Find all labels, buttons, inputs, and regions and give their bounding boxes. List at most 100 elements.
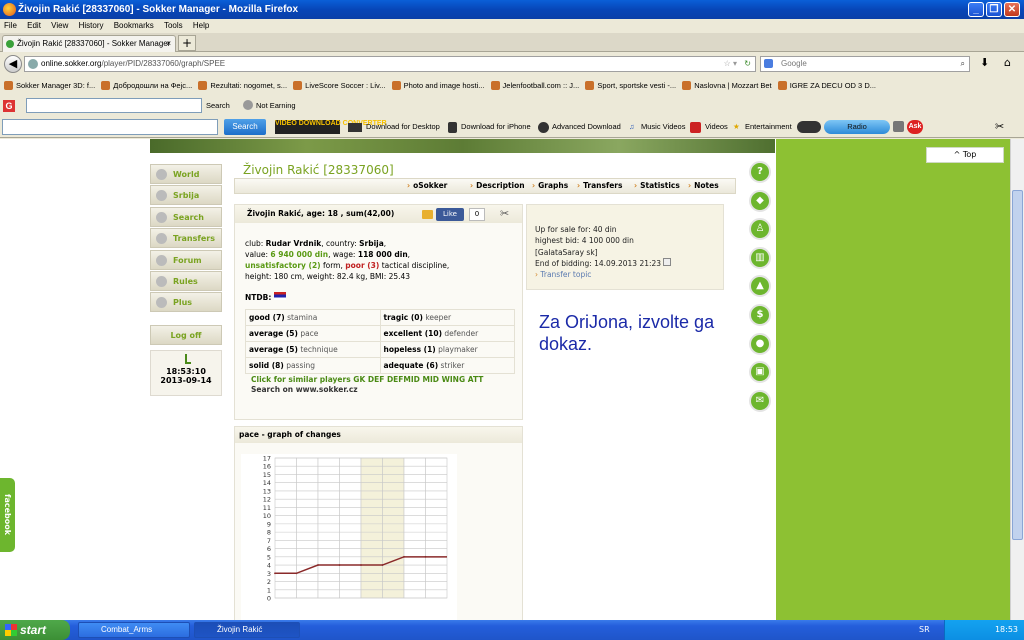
- menu-history[interactable]: History: [79, 21, 104, 30]
- video-search-button[interactable]: Search: [224, 119, 266, 135]
- tab-description[interactable]: Description: [470, 179, 525, 193]
- close-button[interactable]: ✕: [1004, 2, 1020, 17]
- taskbar-item-firefox[interactable]: Živojin Rakić [283370...: [194, 622, 300, 640]
- advanced-download-link[interactable]: Advanced Download: [552, 116, 621, 138]
- bookmark-item[interactable]: Naslovna | Mozzart Bet: [682, 76, 772, 95]
- video-converter-logo[interactable]: VIDEO DOWNLOAD CONVERTER: [275, 120, 387, 134]
- mail-icon[interactable]: ✉: [749, 389, 771, 412]
- menu-view[interactable]: View: [51, 21, 68, 30]
- bookmark-item[interactable]: Добродошли на Фејс...: [101, 76, 192, 95]
- tab-osokker[interactable]: oSokker: [407, 179, 447, 193]
- web-search-input[interactable]: Google ⌕: [760, 56, 970, 72]
- side-navigation: World Srbija Search Transfers Forum Rule…: [150, 164, 222, 314]
- tab-transfers[interactable]: Transfers: [577, 179, 622, 193]
- bookmark-item[interactable]: Rezultati: nogomet, s...: [198, 76, 287, 95]
- menu-tools[interactable]: Tools: [164, 21, 183, 30]
- bookmark-item[interactable]: Sokker Manager 3D: f...: [4, 76, 95, 95]
- transfer-topic-link[interactable]: Transfer topic: [540, 270, 591, 279]
- pace-data-point: [295, 572, 298, 575]
- menu-edit[interactable]: Edit: [27, 21, 41, 30]
- download-icon[interactable]: ⬇: [980, 56, 989, 69]
- video-search-input[interactable]: [2, 119, 218, 135]
- menu-help[interactable]: Help: [193, 21, 209, 30]
- y-tick-label: 9: [267, 520, 271, 528]
- log-off-button[interactable]: Log off: [150, 325, 222, 345]
- tab-statistics[interactable]: Statistics: [634, 179, 680, 193]
- y-tick-label: 13: [263, 487, 271, 495]
- back-button[interactable]: ◀: [4, 55, 22, 73]
- tv-icon[interactable]: ▣: [749, 361, 771, 384]
- ball-icon[interactable]: ●: [749, 332, 771, 355]
- stadium-icon[interactable]: ▥: [749, 246, 771, 269]
- ask-icon[interactable]: Ask: [907, 120, 923, 134]
- toolbar-search-label[interactable]: Search: [206, 95, 230, 116]
- serbia-flag-icon[interactable]: [273, 292, 286, 300]
- bookmark-item[interactable]: IGRE ZA DECU OD 3 D...: [777, 76, 876, 95]
- language-indicator[interactable]: SR: [919, 620, 930, 640]
- g-toolbar-icon[interactable]: G: [3, 100, 15, 112]
- skill-cell: good (7) stamina: [245, 309, 381, 326]
- bookmark-item[interactable]: Sport, sportske vesti -...: [585, 76, 676, 95]
- home-icon[interactable]: ⌂: [1004, 56, 1011, 69]
- radio-controls-icon[interactable]: [797, 121, 821, 133]
- download-desktop-link[interactable]: Download for Desktop: [366, 116, 440, 138]
- nav-world[interactable]: World: [150, 164, 222, 184]
- nav-transfers[interactable]: Transfers: [150, 228, 222, 249]
- bookmark-item[interactable]: Photo and image hosti...: [391, 76, 484, 95]
- skills-table: good (7) stamina tragic (0) keeper avera…: [245, 309, 515, 374]
- minimize-button[interactable]: _: [968, 2, 984, 17]
- radio-dropdown[interactable]: Radio: [824, 120, 890, 134]
- taskbar-item-combat-arms[interactable]: Combat_Arms: [78, 622, 190, 638]
- bookmark-item[interactable]: Jelenfootball.com :: J...: [490, 76, 579, 95]
- bookmark-star-icon[interactable]: ☆ ▾: [724, 57, 737, 71]
- search-sokker-link[interactable]: Search on www.sokker.cz: [251, 385, 358, 394]
- country-link[interactable]: Srbija: [359, 239, 384, 248]
- facebook-tab[interactable]: facebook: [0, 478, 15, 552]
- browser-tab[interactable]: Živojin Rakić [28337060] - Sokker Manage…: [2, 35, 176, 52]
- tools-icon[interactable]: ✂: [995, 116, 1004, 138]
- top-button[interactable]: ^ Top: [926, 147, 1004, 163]
- tools-icon[interactable]: ✂: [500, 207, 509, 220]
- nav-forum[interactable]: Forum: [150, 249, 222, 270]
- calendar-icon[interactable]: [663, 257, 672, 266]
- bidder-line[interactable]: [GalataSaray sk]: [535, 247, 723, 258]
- training-icon[interactable]: ▲: [749, 275, 771, 298]
- similar-players-link[interactable]: Click for similar players GK DEF DEFMID …: [251, 375, 483, 385]
- start-button[interactable]: start: [0, 620, 70, 640]
- money-icon[interactable]: $: [749, 303, 771, 326]
- reload-icon[interactable]: ↻: [744, 57, 751, 71]
- bookmark-item[interactable]: LiveScore Soccer : Liv...: [293, 76, 385, 95]
- menu-bookmarks[interactable]: Bookmarks: [114, 21, 154, 30]
- player-icon[interactable]: ♙: [749, 218, 771, 241]
- radio-volume-icon[interactable]: [893, 121, 904, 132]
- club-link[interactable]: Rudar Vrdnik: [266, 239, 322, 248]
- nav-rules[interactable]: Rules: [150, 270, 222, 291]
- maximize-button[interactable]: ❐: [986, 2, 1002, 17]
- music-videos-link[interactable]: Music Videos: [641, 116, 685, 138]
- site-identity-icon[interactable]: [28, 59, 38, 69]
- help-icon[interactable]: ?: [749, 161, 771, 183]
- tab-close-icon[interactable]: ×: [166, 36, 171, 52]
- tab-notes[interactable]: Notes: [688, 179, 719, 193]
- facebook-like-button[interactable]: Like: [436, 208, 464, 221]
- menu-file[interactable]: File: [4, 21, 17, 30]
- shield-icon[interactable]: ◆: [749, 189, 771, 212]
- y-tick-label: 17: [263, 455, 271, 463]
- download-iphone-link[interactable]: Download for iPhone: [461, 116, 531, 138]
- folder-icon[interactable]: [422, 210, 433, 219]
- url-bar[interactable]: online.sokker.org/player/PID/28337060/gr…: [24, 56, 756, 72]
- new-tab-button[interactable]: +: [178, 35, 196, 51]
- nav-search[interactable]: Search: [150, 206, 222, 227]
- chart-column: [360, 457, 383, 599]
- youtube-icon: [690, 122, 701, 133]
- nav-label: Plus: [173, 298, 193, 308]
- toolbar-search-input[interactable]: [26, 98, 202, 113]
- clock-date: 2013-09-14: [160, 376, 212, 385]
- search-icon[interactable]: ⌕: [961, 57, 965, 71]
- videos-link[interactable]: Videos: [705, 116, 728, 138]
- tab-graphs[interactable]: Graphs: [532, 179, 568, 193]
- nav-plus[interactable]: Plus: [150, 292, 222, 313]
- nav-srbija[interactable]: Srbija: [150, 185, 222, 206]
- scrollbar-thumb[interactable]: [1012, 190, 1023, 540]
- entertainment-link[interactable]: Entertainment: [745, 116, 792, 138]
